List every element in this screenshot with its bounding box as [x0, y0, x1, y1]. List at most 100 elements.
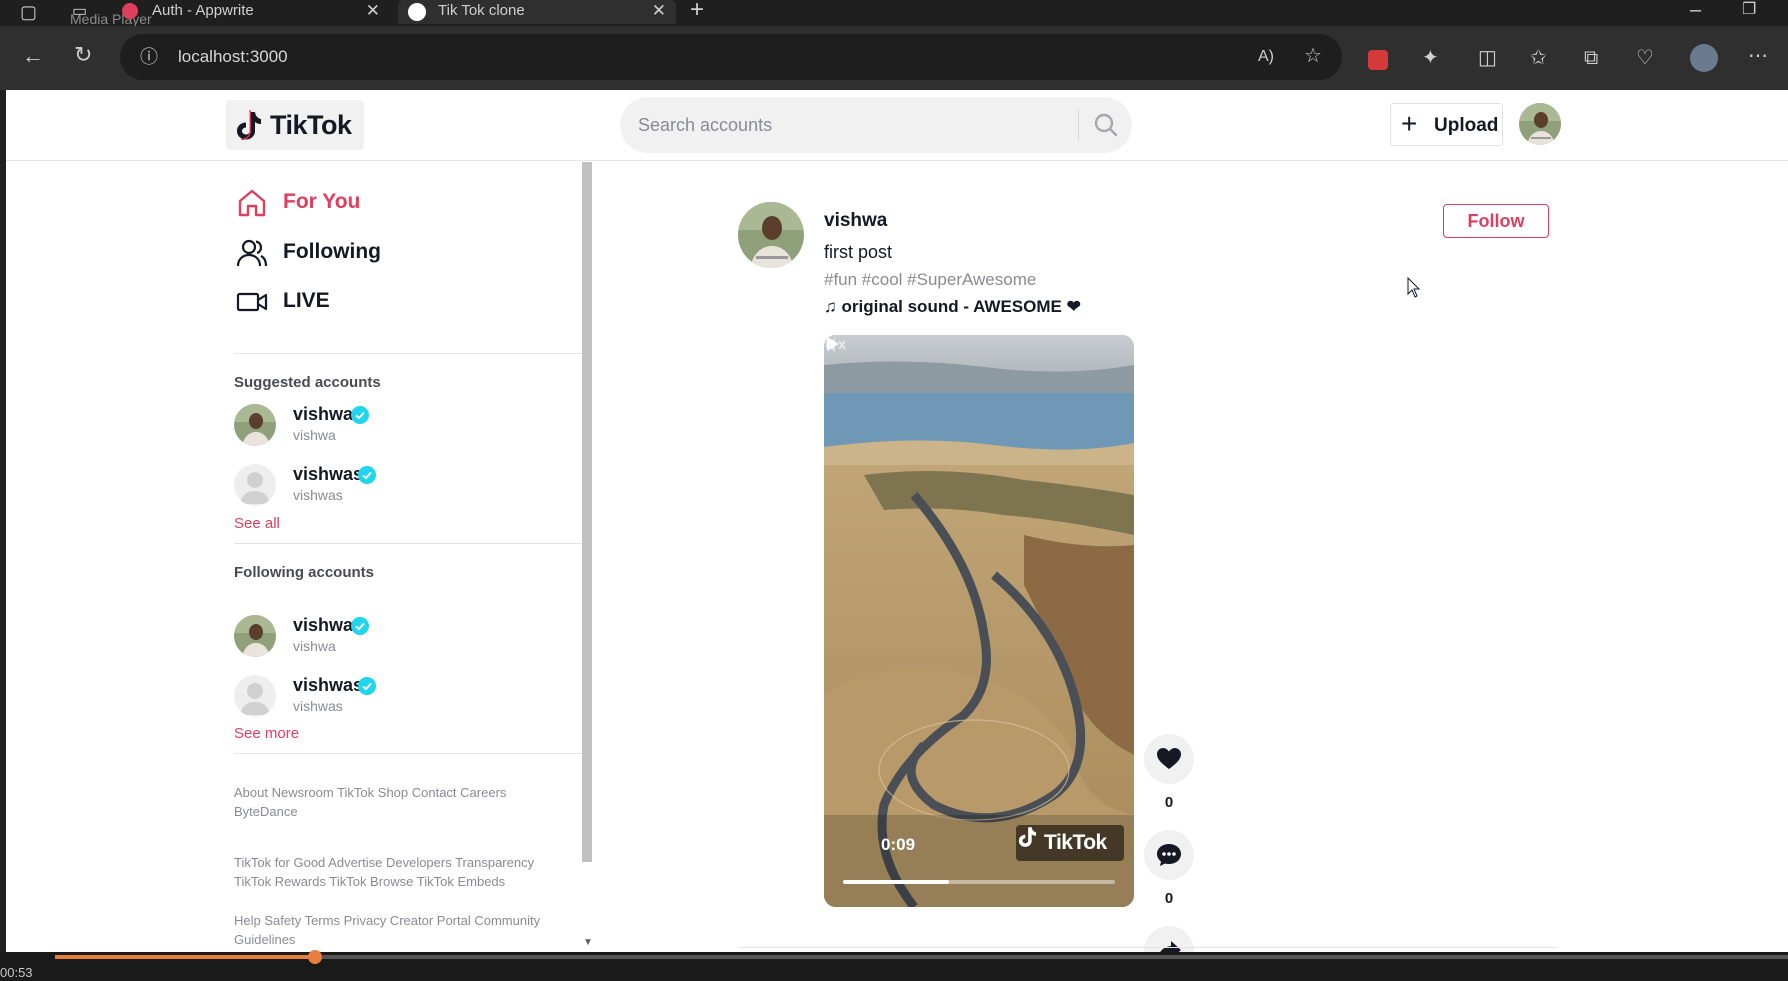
tab-actions-icon[interactable]: ▭ — [72, 2, 87, 22]
close-tab-icon[interactable]: ✕ — [366, 0, 380, 22]
comment-button[interactable] — [1144, 830, 1194, 880]
media-time: 00:53 — [0, 965, 33, 980]
upload-label: Upload — [1434, 115, 1499, 136]
tab-title: Tik Tok clone — [438, 2, 525, 19]
video-progress-fill — [843, 880, 950, 884]
avatar-photo-icon — [738, 202, 804, 268]
workspaces-icon[interactable]: ▢ — [20, 2, 37, 22]
tiktok-logo[interactable]: TikTok — [226, 100, 364, 150]
favorites-icon[interactable]: ✩ — [1530, 48, 1547, 68]
media-seek-bar[interactable] — [55, 950, 1788, 964]
url-field[interactable]: ⓘ localhost:3000 A) ☆ — [120, 34, 1342, 80]
upload-button[interactable]: + Upload — [1390, 103, 1503, 146]
search-input[interactable] — [638, 110, 1078, 140]
video-progress-bar[interactable] — [843, 880, 1115, 884]
footer-links-group-3[interactable]: Help Safety Terms Privacy Creator Portal… — [234, 911, 554, 949]
close-tab-icon[interactable]: ✕ — [652, 0, 666, 22]
restore-icon[interactable]: ❐ — [1742, 0, 1756, 20]
users-icon — [236, 239, 268, 267]
post-hashtags[interactable]: #fun #cool #SuperAwesome — [824, 270, 1036, 290]
heart-icon — [1157, 748, 1181, 769]
follow-button[interactable]: Follow — [1443, 204, 1549, 238]
video-post: vishwa first post #fun #cool #SuperAweso… — [738, 202, 1558, 952]
video-frame — [824, 335, 1134, 907]
more-menu-icon[interactable]: ⋯ — [1748, 46, 1768, 66]
account-name: vishwa — [293, 615, 354, 635]
sidebar-scrollbar[interactable] — [582, 162, 592, 862]
search-bar — [620, 97, 1132, 153]
tiktok-watermark: TikTok — [1016, 825, 1124, 861]
suggested-account-item[interactable]: vishwa vishwa — [234, 402, 534, 448]
account-handle: vishwa — [293, 427, 336, 443]
see-more-link[interactable]: See more — [234, 725, 299, 742]
appwrite-favicon-icon — [122, 3, 138, 19]
browser-essentials-icon[interactable]: ♡ — [1636, 48, 1654, 68]
suggested-account-item[interactable]: vishwas vishwas — [234, 462, 534, 508]
user-avatar[interactable] — [1519, 103, 1561, 145]
verified-badge-icon — [351, 617, 369, 635]
following-account-item[interactable]: vishwa vishwa — [234, 613, 534, 659]
post-divider — [738, 947, 1558, 948]
avatar-photo-icon — [234, 404, 276, 446]
comment-count: 0 — [1164, 890, 1174, 907]
avatar-photo-icon — [234, 615, 276, 657]
minimize-icon[interactable]: – — [1690, 0, 1701, 20]
avatar-photo-icon — [1519, 103, 1561, 145]
like-action[interactable]: 0 — [1144, 734, 1194, 814]
read-aloud-icon[interactable]: A) — [1258, 47, 1274, 67]
volume-muted-icon[interactable] — [824, 335, 848, 355]
video-player[interactable]: 0:09 TikTok — [824, 335, 1134, 907]
sidebar-item-following[interactable]: Following — [236, 235, 436, 271]
url-text: localhost:3000 — [178, 47, 288, 66]
plus-icon: + — [1401, 108, 1418, 139]
refresh-icon[interactable]: ↻ — [74, 44, 92, 66]
account-name: vishwas — [293, 464, 364, 484]
favorite-star-icon[interactable]: ☆ — [1304, 46, 1322, 66]
tab-auth-appwrite[interactable]: Auth - Appwrite ✕ — [112, 0, 390, 24]
search-icon[interactable] — [1093, 112, 1119, 138]
video-time: 0:09 — [881, 835, 916, 854]
post-caption: first post — [824, 242, 893, 262]
share-button[interactable] — [1144, 926, 1194, 952]
extension-icon[interactable] — [1368, 50, 1388, 70]
mouse-cursor-icon — [1407, 277, 1421, 298]
sidebar-item-live[interactable]: LIVE — [236, 284, 436, 320]
collections-icon[interactable]: ⧉ — [1584, 48, 1598, 68]
sidebar-divider — [234, 753, 582, 754]
tab-title: Auth - Appwrite — [152, 2, 254, 19]
media-seek-thumb[interactable] — [307, 950, 322, 964]
suggested-accounts-title: Suggested accounts — [234, 374, 381, 391]
new-tab-icon[interactable]: + — [690, 0, 704, 22]
extensions-puzzle-icon[interactable]: ✦ — [1422, 48, 1439, 68]
account-handle: vishwas — [293, 698, 343, 714]
comment-icon — [1157, 844, 1181, 866]
post-sound[interactable]: ♫ original sound - AWESOME ❤ — [824, 297, 1081, 317]
post-author-avatar[interactable] — [738, 202, 804, 268]
top-navbar: TikTok + Upload — [6, 90, 1788, 161]
sidebar-item-label: For You — [283, 190, 361, 213]
account-handle: vishwa — [293, 638, 336, 654]
see-all-link[interactable]: See all — [234, 515, 280, 532]
back-icon[interactable]: ← — [22, 45, 44, 67]
account-name: vishwas — [293, 675, 364, 695]
comment-action[interactable]: 0 — [1144, 830, 1194, 910]
profile-avatar-icon[interactable] — [1690, 44, 1718, 72]
tab-tiktok-clone[interactable]: Tik Tok clone ✕ — [398, 0, 676, 24]
default-avatar-icon — [234, 464, 276, 506]
footer-links-group-1[interactable]: About Newsroom TikTok Shop Contact Caree… — [234, 783, 554, 821]
watermark-text: TikTok — [1044, 831, 1107, 854]
sidebar-divider — [234, 353, 582, 354]
post-username[interactable]: vishwa — [824, 210, 887, 232]
sidebar-item-for-you[interactable]: For You — [236, 185, 436, 221]
vercel-favicon-icon — [408, 3, 426, 21]
like-button[interactable] — [1144, 734, 1194, 784]
following-account-item[interactable]: vishwas vishwas — [234, 673, 534, 719]
split-screen-icon[interactable]: ◫ — [1478, 48, 1497, 68]
footer-links-group-2[interactable]: TikTok for Good Advertise Developers Tra… — [234, 853, 554, 891]
account-name: vishwa — [293, 404, 354, 424]
account-avatar — [234, 615, 276, 657]
scroll-down-arrow-icon[interactable]: ▼ — [583, 937, 593, 948]
share-action[interactable]: 55 — [1144, 926, 1194, 952]
site-info-icon[interactable]: ⓘ — [140, 47, 158, 67]
default-avatar-icon — [234, 675, 276, 717]
